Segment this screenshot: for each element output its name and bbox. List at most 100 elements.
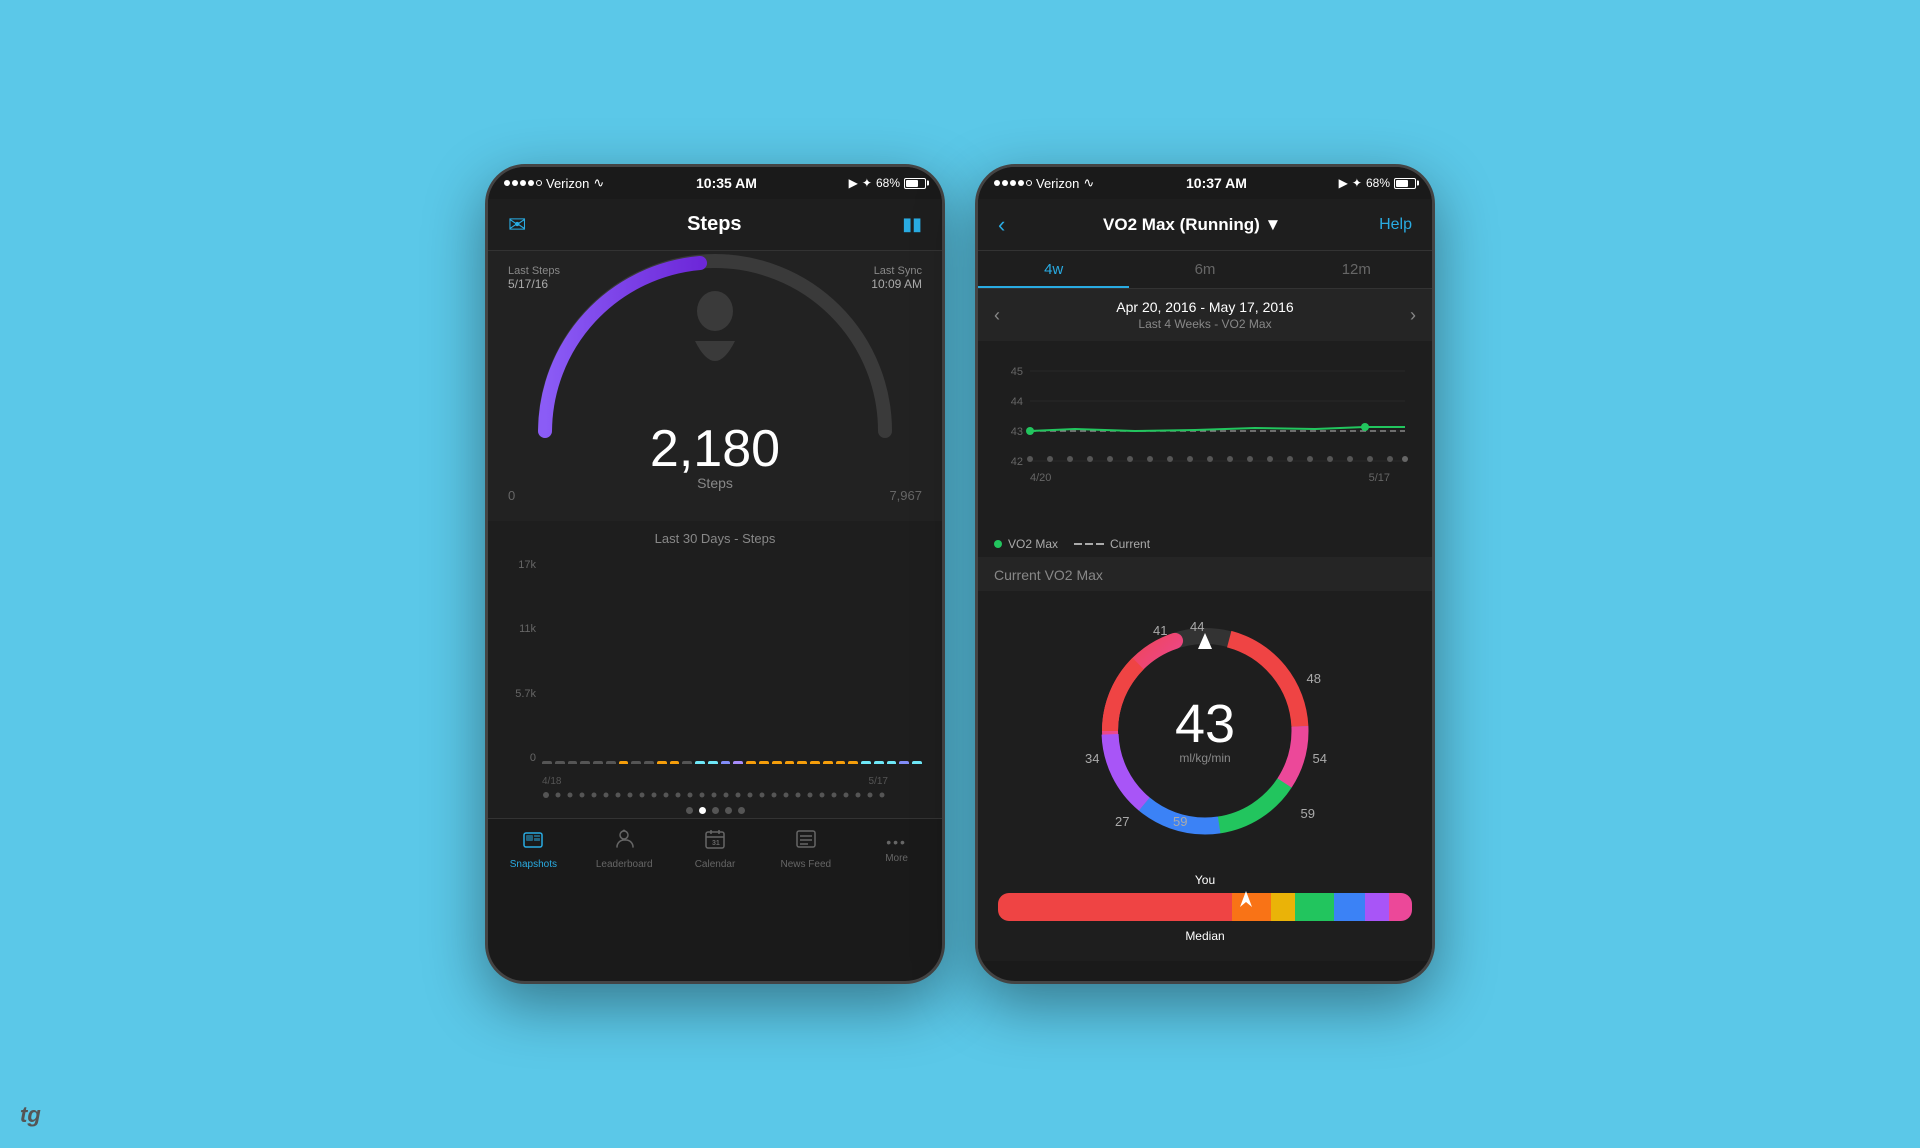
page-dot-3 bbox=[712, 807, 719, 814]
bar-3 bbox=[568, 761, 578, 764]
left-phone: Verizon ∿ 10:35 AM ▶ ✦ 68% ✉ Steps ▮▮ La… bbox=[485, 164, 945, 984]
bar-23 bbox=[823, 761, 833, 764]
svg-text:5/17: 5/17 bbox=[1369, 472, 1390, 484]
bluetooth-icon-right: ✦ bbox=[1352, 176, 1362, 190]
median-label-below: Median bbox=[998, 927, 1412, 945]
svg-text:42: 42 bbox=[1011, 456, 1023, 468]
battery-icon-right bbox=[1394, 178, 1416, 189]
svg-text:43: 43 bbox=[1011, 426, 1023, 438]
comparison-bar-wrapper bbox=[998, 893, 1412, 921]
tab-12m[interactable]: 12m bbox=[1281, 251, 1432, 288]
bar-11 bbox=[670, 761, 680, 764]
gauge-label-59b: 59 bbox=[1173, 814, 1187, 829]
signal-icon bbox=[504, 180, 542, 186]
you-label-above: You bbox=[998, 871, 1412, 889]
nav-item-snapshots[interactable]: Snapshots bbox=[488, 828, 579, 870]
vo2-legend-dot bbox=[994, 540, 1002, 548]
help-button[interactable]: Help bbox=[1379, 216, 1412, 234]
bar-30 bbox=[912, 761, 922, 764]
prev-date-button[interactable]: ‹ bbox=[994, 305, 1000, 326]
page-dot-5 bbox=[738, 807, 745, 814]
bar-20 bbox=[785, 761, 795, 764]
gauge-label-44: 44 bbox=[1190, 619, 1204, 634]
gauge-label-34: 34 bbox=[1085, 751, 1099, 766]
bar-13 bbox=[695, 761, 705, 764]
gauge-unit: ml/kg/min bbox=[1175, 751, 1235, 765]
location-icon-right: ▶ bbox=[1339, 176, 1348, 190]
comparison-bar-segments bbox=[998, 893, 1412, 921]
calendar-icon: 31 bbox=[704, 828, 726, 856]
carrier-label-right: Verizon bbox=[1036, 176, 1079, 191]
more-label: More bbox=[885, 853, 908, 864]
chart-y-labels: 17k 11k 5.7k 0 bbox=[508, 554, 536, 784]
bar-24 bbox=[836, 761, 846, 764]
gauge-value: 43 bbox=[1175, 697, 1235, 751]
back-button[interactable]: ‹ bbox=[998, 212, 1005, 238]
calendar-label: Calendar bbox=[695, 859, 736, 870]
range-max: 7,967 bbox=[889, 488, 922, 503]
leaderboard-icon bbox=[613, 828, 635, 856]
bar-14 bbox=[708, 761, 718, 764]
vo2-chart-area: 45 44 43 42 bbox=[978, 341, 1432, 531]
status-left: Verizon ∿ bbox=[504, 175, 604, 191]
grid-icon[interactable]: ▮▮ bbox=[902, 214, 922, 235]
status-right: ▶ ✦ 68% bbox=[849, 176, 926, 190]
comparison-bar-section: You Med bbox=[978, 861, 1432, 961]
steps-range: 0 7,967 bbox=[488, 488, 942, 503]
gauge-section: 43 ml/kg/min 41 44 48 54 59 59 27 34 bbox=[978, 591, 1432, 861]
bar-15 bbox=[721, 761, 731, 764]
vo2-line-chart: 45 44 43 42 bbox=[994, 351, 1416, 501]
seg-blue bbox=[1334, 893, 1365, 921]
seg-red bbox=[998, 893, 1232, 921]
steps-count-area: 2,180 Steps bbox=[650, 423, 780, 491]
chart-legend: VO2 Max Current bbox=[978, 531, 1432, 557]
bluetooth-icon: ✦ bbox=[862, 176, 872, 190]
nav-item-more[interactable]: ••• More bbox=[851, 834, 942, 864]
page-dot-1 bbox=[686, 807, 693, 814]
y-label-2: 11k bbox=[508, 623, 536, 635]
nav-bar-left: ✉ Steps ▮▮ bbox=[488, 199, 942, 251]
inbox-icon[interactable]: ✉ bbox=[508, 212, 526, 238]
gauge-label-48: 48 bbox=[1307, 671, 1321, 686]
current-vo2-section: Current VO2 Max bbox=[978, 557, 1432, 591]
gauge-label-54: 54 bbox=[1313, 751, 1327, 766]
nav-bar-right: ‹ VO2 Max (Running) ▼ Help bbox=[978, 199, 1432, 251]
gauge-label-41: 41 bbox=[1153, 623, 1167, 638]
steps-main-area: Last Steps 5/17/16 Last Sync 10:09 AM bbox=[488, 251, 942, 521]
gauge-label-59: 59 bbox=[1301, 806, 1315, 821]
current-legend-label: Current bbox=[1110, 537, 1150, 551]
tab-6m[interactable]: 6m bbox=[1129, 251, 1280, 288]
snapshots-label: Snapshots bbox=[510, 859, 557, 870]
tg-watermark: tg bbox=[20, 1102, 41, 1128]
y-label-1: 17k bbox=[508, 559, 536, 571]
timeline-dots bbox=[542, 791, 888, 799]
seg-green bbox=[1295, 893, 1334, 921]
bar-12 bbox=[682, 761, 692, 764]
chart-area: 17k 11k 5.7k 0 bbox=[488, 554, 942, 784]
bar-8 bbox=[631, 761, 641, 764]
date-subtitle: Last 4 Weeks - VO2 Max bbox=[1010, 317, 1400, 331]
bottom-nav-left: Snapshots Leaderboard bbox=[488, 818, 942, 878]
bar-10 bbox=[657, 761, 667, 764]
vo2-legend-label: VO2 Max bbox=[1008, 537, 1058, 551]
tab-4w[interactable]: 4w bbox=[978, 251, 1129, 288]
bar-2 bbox=[555, 761, 565, 764]
bar-16 bbox=[733, 761, 743, 764]
battery-percent-right: 68% bbox=[1366, 176, 1390, 190]
you-label: You bbox=[1195, 873, 1215, 887]
median-label: Median bbox=[1185, 929, 1224, 943]
nav-item-news-feed[interactable]: News Feed bbox=[760, 828, 851, 870]
steps-chart-section: Last 30 Days - Steps 17k 11k 5.7k 0 bbox=[488, 521, 942, 818]
svg-text:31: 31 bbox=[712, 840, 720, 847]
time-display: 10:35 AM bbox=[696, 175, 757, 191]
nav-item-leaderboard[interactable]: Leaderboard bbox=[579, 828, 670, 870]
date-info: Apr 20, 2016 - May 17, 2016 Last 4 Weeks… bbox=[1010, 299, 1400, 331]
wifi-icon-right: ∿ bbox=[1083, 175, 1094, 191]
svg-text:45: 45 bbox=[1011, 366, 1023, 378]
nav-item-calendar[interactable]: 31 Calendar bbox=[670, 828, 761, 870]
next-date-button[interactable]: › bbox=[1410, 305, 1416, 326]
bar-26 bbox=[861, 761, 871, 764]
y-label-4: 0 bbox=[508, 752, 536, 764]
steps-number: 2,180 bbox=[650, 423, 780, 475]
current-vo2-label: Current VO2 Max bbox=[994, 567, 1103, 583]
